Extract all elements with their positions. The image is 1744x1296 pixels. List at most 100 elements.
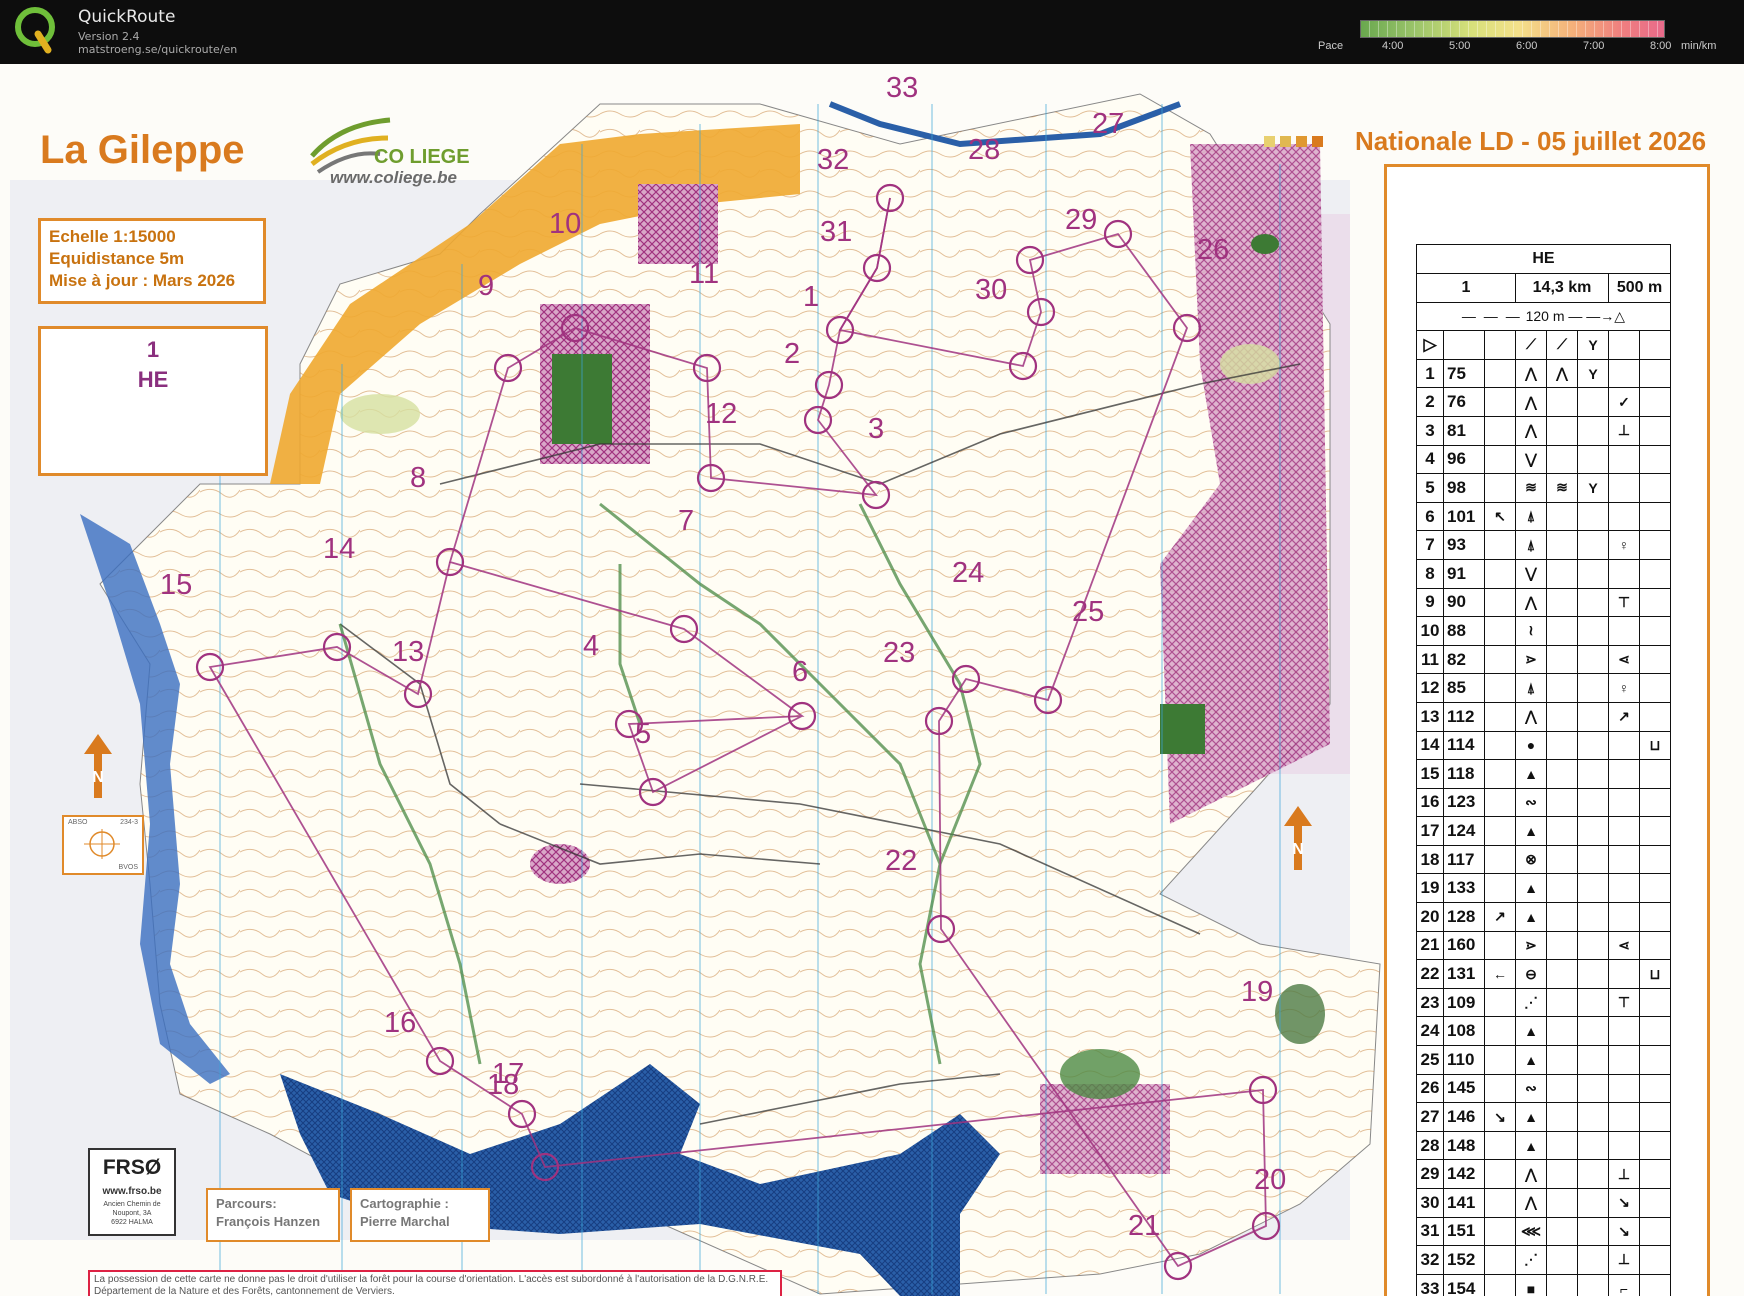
- cd-symbol: [1577, 673, 1609, 703]
- cd-control-number: 2: [1416, 387, 1444, 417]
- cd-row: 30 141 ⋀ ↘: [1416, 1188, 1671, 1218]
- cd-symbol: [1484, 673, 1516, 703]
- pace-unit: min/km: [1681, 40, 1717, 52]
- federation-address: Ancien Chemin de Noupont, 3A 6922 HALMA: [103, 1201, 161, 1226]
- cd-symbol: ⌐: [1608, 1273, 1640, 1296]
- control-number-label: 25: [1072, 596, 1105, 628]
- club-url: www.coliege.be: [330, 168, 457, 187]
- cd-symbol: [1608, 787, 1640, 818]
- cd-symbol: [1639, 530, 1671, 560]
- cd-symbol: ▲: [1515, 1016, 1547, 1047]
- control-number-label: 33: [886, 72, 919, 104]
- cd-symbol: [1577, 1045, 1609, 1075]
- control-number-label: 19: [1241, 976, 1274, 1008]
- cd-symbol: [1577, 644, 1609, 675]
- cd-symbol: [1546, 673, 1578, 703]
- start-triangle-icon: ▷: [1416, 330, 1444, 360]
- app-url: matstroeng.se/quickroute/en: [78, 43, 238, 56]
- cd-symbol: ⋁: [1515, 558, 1547, 589]
- cd-symbol: ≋: [1515, 473, 1547, 503]
- cd-symbol: [1484, 816, 1516, 846]
- cd-symbol: Y: [1577, 358, 1609, 389]
- cd-symbol: [1577, 1130, 1609, 1161]
- cd-control-code: 114: [1443, 730, 1485, 761]
- cd-symbol: [1546, 873, 1578, 904]
- cd-symbol: ⊤: [1608, 587, 1640, 618]
- cd-control-number: 33: [1416, 1273, 1444, 1296]
- cd-row: 10 88 ≀: [1416, 616, 1671, 646]
- cd-symbol: ∾: [1515, 1073, 1547, 1104]
- cd-symbol: [1484, 1216, 1516, 1247]
- cd-row: 20 128 ↗ ▲: [1416, 902, 1671, 932]
- cd-row: 5 98 ≋ ≋ Y: [1416, 473, 1671, 503]
- control-number-label: 21: [1128, 1210, 1161, 1242]
- cd-symbol: [1546, 1188, 1578, 1218]
- cd-row: 2 76 ⋀ ✓: [1416, 387, 1671, 417]
- cd-symbol: ▲: [1515, 902, 1547, 932]
- cd-row: 14 114 ● ⊔: [1416, 730, 1671, 761]
- cd-row: 7 93 ⍋ ♀: [1416, 530, 1671, 560]
- cd-symbol: ▲: [1515, 1130, 1547, 1161]
- cd-symbol: [1577, 1216, 1609, 1247]
- cd-course: 1: [1416, 273, 1516, 303]
- control-number-label: 28: [968, 134, 1001, 166]
- cd-symbol: ⋁: [1515, 444, 1547, 475]
- cd-symbol: [1608, 444, 1640, 475]
- cd-symbol: [1484, 415, 1516, 446]
- cd-symbol: [1639, 701, 1671, 732]
- cd-symbol: ✓: [1608, 387, 1640, 417]
- cd-control-code: 110: [1443, 1045, 1485, 1075]
- control-number-label: 1: [803, 281, 820, 313]
- cd-symbol: [1639, 673, 1671, 703]
- update-date-text: Mise à jour : Mars 2026: [49, 271, 236, 290]
- cd-control-number: 8: [1416, 558, 1444, 589]
- control-number-label: 22: [885, 845, 918, 877]
- cd-control-code: 96: [1443, 444, 1485, 475]
- cd-symbol: ⋀: [1515, 358, 1547, 389]
- cd-symbol: ▲: [1515, 873, 1547, 904]
- cd-symbol: [1484, 387, 1516, 417]
- cd-symbol: [1577, 1245, 1609, 1275]
- control-number-label: 13: [392, 636, 425, 668]
- cd-symbol: [1639, 358, 1671, 389]
- cd-control-number: 24: [1416, 1016, 1444, 1047]
- cartographie-credit: Cartographie : Pierre Marchal: [350, 1188, 490, 1242]
- cd-symbol: [1484, 644, 1516, 675]
- cd-symbol: [1484, 1245, 1516, 1275]
- cd-control-number: 28: [1416, 1130, 1444, 1161]
- cd-symbol: [1608, 902, 1640, 932]
- cd-symbol: [1546, 587, 1578, 618]
- cd-symbol: [1577, 959, 1609, 989]
- pace-color-scale[interactable]: [1360, 20, 1665, 38]
- control-number-label: 9: [478, 270, 495, 302]
- cd-row: 25 110 ▲: [1416, 1045, 1671, 1075]
- cd-symbol: [1608, 1073, 1640, 1104]
- cd-control-code: 124: [1443, 816, 1485, 846]
- control-number-label: 3: [868, 413, 885, 445]
- cd-symbol: [1639, 1073, 1671, 1104]
- cd-symbol: ⋀: [1515, 1159, 1547, 1189]
- orienteering-map[interactable]: La Gileppe CO LIEGE www.coliege.be Natio…: [0, 64, 1744, 1296]
- cd-symbol: [1639, 1045, 1671, 1075]
- cd-symbol: [1577, 902, 1609, 932]
- cd-symbol: [1546, 530, 1578, 560]
- cd-symbol: [1577, 816, 1609, 846]
- cd-symbol: [1484, 930, 1516, 961]
- cd-symbol: [1484, 1016, 1516, 1047]
- cd-symbol: [1546, 1245, 1578, 1275]
- cd-symbol: [1577, 1016, 1609, 1047]
- cd-symbol: ≋: [1546, 473, 1578, 503]
- cd-control-code: 88: [1443, 616, 1485, 646]
- cd-symbol: [1546, 930, 1578, 961]
- cd-row: 22 131 ← ⊖ ⊔: [1416, 959, 1671, 989]
- cd-symbol: ⋀: [1515, 701, 1547, 732]
- cd-row: 15 118 ▲: [1416, 759, 1671, 789]
- cd-symbol: [1484, 616, 1516, 646]
- cd-symbol: [1484, 844, 1516, 875]
- cd-symbol: [1639, 415, 1671, 446]
- cd-symbol: [1577, 701, 1609, 732]
- cd-symbol: [1546, 787, 1578, 818]
- cd-row: 12 85 ⍋ ♀: [1416, 673, 1671, 703]
- cd-control-number: 7: [1416, 530, 1444, 560]
- event-title: Nationale LD - 05 juillet 2026: [1355, 126, 1707, 156]
